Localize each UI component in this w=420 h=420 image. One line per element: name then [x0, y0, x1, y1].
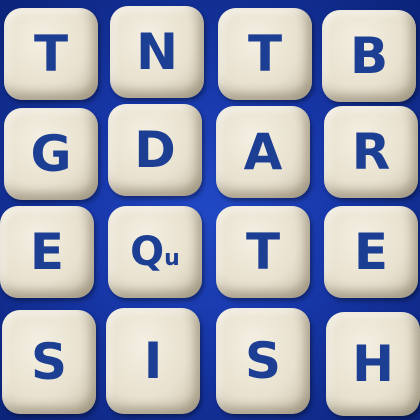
die-r3-c0[interactable]: S [2, 310, 96, 414]
die-letter: R [351, 123, 391, 181]
die-letter: T [247, 25, 283, 83]
die-r0-c3[interactable]: B [322, 10, 416, 102]
die-letter: A [243, 123, 283, 181]
die-letter: S [30, 333, 67, 391]
die-r2-c3[interactable]: E [324, 206, 418, 298]
die-letter: D [134, 121, 176, 179]
die-letter: G [30, 125, 72, 183]
die-letter: T [33, 25, 69, 83]
die-r1-c3[interactable]: R [324, 106, 418, 198]
die-letter: N [136, 23, 178, 81]
die-r2-c2[interactable]: T [216, 206, 310, 298]
die-letter: B [349, 27, 389, 85]
die-r2-c1[interactable]: Qu [108, 206, 202, 298]
die-letter: S [244, 332, 281, 390]
die-r1-c0[interactable]: G [4, 108, 98, 200]
die-r0-c2[interactable]: T [218, 8, 312, 100]
die-r3-c1[interactable]: I [106, 308, 200, 414]
die-r0-c1[interactable]: N [110, 6, 204, 98]
die-r1-c2[interactable]: A [216, 106, 310, 198]
die-r3-c3[interactable]: H [326, 312, 420, 416]
die-r1-c1[interactable]: D [108, 104, 202, 196]
die-letter: E [353, 223, 389, 281]
die-letter: Qu [130, 232, 180, 272]
die-r3-c2[interactable]: S [216, 308, 310, 414]
boggle-tray: T N T B G D A R E Qu T E S I S H [0, 0, 420, 420]
die-letter: T [245, 223, 281, 281]
die-letter: E [29, 223, 65, 281]
die-letter: I [143, 332, 163, 390]
die-letter: H [352, 335, 394, 393]
die-r2-c0[interactable]: E [0, 206, 94, 298]
die-letter-q: Qu [130, 229, 180, 275]
die-r0-c0[interactable]: T [4, 8, 98, 100]
